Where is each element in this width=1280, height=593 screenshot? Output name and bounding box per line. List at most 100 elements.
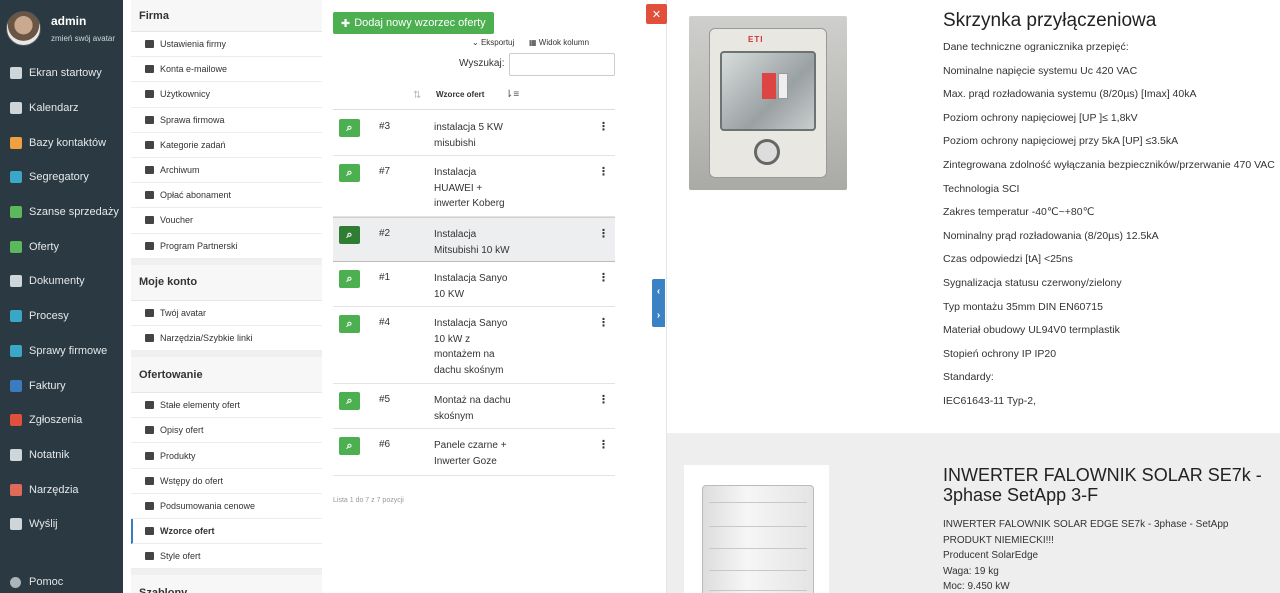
nav-item-label: Ekran startowy bbox=[29, 67, 102, 80]
nav-item-11[interactable]: Notatnik bbox=[0, 438, 123, 473]
add-template-button[interactable]: ✚ Dodaj nowy wzorzec oferty bbox=[333, 12, 494, 34]
row-menu-button[interactable]: ⋮ bbox=[598, 438, 609, 451]
spec-line: Moc: 9.450 kW bbox=[943, 581, 1010, 593]
table-row[interactable]: ⌕ #7 Instalacja HUAWEI + inwerter Koberg ⋮ bbox=[333, 156, 615, 217]
settings-item-firma-0[interactable]: Ustawienia firmy bbox=[131, 32, 322, 58]
product-title: Skrzynka przyłączeniowa bbox=[943, 10, 1157, 31]
brand-logo: ETI bbox=[748, 35, 764, 44]
row-menu-button[interactable]: ⋮ bbox=[598, 120, 609, 133]
nav-item-label: Notatnik bbox=[29, 448, 70, 461]
view-button[interactable]: ⌕ bbox=[339, 226, 360, 244]
nav-item-12[interactable]: Narzędzia bbox=[0, 472, 123, 507]
chevron-right-icon[interactable]: › bbox=[652, 303, 665, 327]
nav-item-label: Kalendarz bbox=[29, 102, 79, 115]
column-header-templates[interactable]: Wzorce ofert bbox=[436, 90, 484, 99]
settings-item-oferty-5[interactable]: Wzorce ofert bbox=[131, 519, 322, 545]
nav-item-7[interactable]: Procesy bbox=[0, 299, 123, 334]
menu-icon bbox=[145, 476, 154, 485]
view-button[interactable]: ⌕ bbox=[339, 119, 360, 137]
settings-item-firma-2[interactable]: Użytkownicy bbox=[131, 82, 322, 108]
settings-item-firma-8[interactable]: Program Partnerski bbox=[131, 233, 322, 259]
row-id: #4 bbox=[379, 317, 391, 328]
close-preview-button[interactable]: ✕ bbox=[646, 4, 667, 24]
spec-line: Stopień ochrony IP IP20 bbox=[943, 347, 1057, 360]
spec-line: Zintegrowana zdolność wyłączania bezpiec… bbox=[943, 158, 1275, 171]
column-view-button[interactable]: ▦ Widok kolumn bbox=[529, 38, 589, 47]
row-menu-button[interactable]: ⋮ bbox=[598, 227, 609, 240]
settings-item-label: Style ofert bbox=[160, 551, 201, 562]
nav-item-3[interactable]: Segregatory bbox=[0, 160, 123, 195]
row-name: Panele czarne + Inwerter Goze bbox=[434, 440, 507, 467]
spec-line: Standardy: bbox=[943, 371, 994, 384]
refresh-icon bbox=[10, 206, 22, 219]
menu-icon bbox=[145, 552, 154, 561]
kebab-icon: ⋮ bbox=[598, 317, 609, 329]
spec-line: IEC61643-11 Typ-2, bbox=[943, 394, 1037, 407]
row-menu-button[interactable]: ⋮ bbox=[598, 316, 609, 329]
nav-item-help[interactable]: Pomoc bbox=[0, 572, 63, 592]
settings-item-label: Program Partnerski bbox=[160, 240, 238, 251]
spec-line: Technologia SCI bbox=[943, 182, 1020, 195]
row-menu-button[interactable]: ⋮ bbox=[598, 165, 609, 178]
view-button[interactable]: ⌕ bbox=[339, 164, 360, 182]
menu-icon bbox=[145, 40, 154, 49]
chevron-down-icon: ⌄ bbox=[472, 38, 479, 47]
table-row[interactable]: ⌕ #1 Instalacja Sanyo 10 KW ⋮ bbox=[333, 262, 615, 307]
nav-item-2[interactable]: Bazy kontaktów bbox=[0, 125, 123, 160]
nav-item-6[interactable]: Dokumenty bbox=[0, 264, 123, 299]
view-button[interactable]: ⌕ bbox=[339, 315, 360, 333]
settings-item-firma-4[interactable]: Kategorie zadań bbox=[131, 132, 322, 158]
sort-name-icon[interactable]: ⇂≡ bbox=[505, 89, 519, 100]
settings-item-oferty-6[interactable]: Style ofert bbox=[131, 544, 322, 570]
spec-line: Zakres temperatur -40℃~+80℃ bbox=[943, 206, 1095, 219]
magnifier-icon: ⌕ bbox=[346, 272, 353, 285]
settings-item-oferty-4[interactable]: Podsumowania cenowe bbox=[131, 493, 322, 519]
settings-item-firma-1[interactable]: Konta e-mailowe bbox=[131, 57, 322, 83]
row-menu-button[interactable]: ⋮ bbox=[598, 271, 609, 284]
settings-item-firma-7[interactable]: Voucher bbox=[131, 208, 322, 234]
row-menu-button[interactable]: ⋮ bbox=[598, 393, 609, 406]
view-button[interactable]: ⌕ bbox=[339, 392, 360, 410]
avatar[interactable] bbox=[6, 10, 41, 46]
settings-item-oferty-2[interactable]: Produkty bbox=[131, 443, 322, 469]
table-row[interactable]: ⌕ #5 Montaż na dachu skośnym ⋮ bbox=[333, 384, 615, 429]
table-row[interactable]: ⌕ #2 Instalacja Mitsubishi 10 kW ⋮ bbox=[333, 217, 615, 262]
table-row[interactable]: ⌕ #6 Panele czarne + Inwerter Goze ⋮ bbox=[333, 429, 615, 476]
table-row[interactable]: ⌕ #4 Instalacja Sanyo 10 kW z montażem na … bbox=[333, 307, 615, 384]
export-button[interactable]: ⌄ Eksportuj bbox=[472, 38, 514, 47]
settings-item-oferty-1[interactable]: Opisy ofert bbox=[131, 418, 322, 444]
view-button[interactable]: ⌕ bbox=[339, 270, 360, 288]
nav-item-9[interactable]: Faktury bbox=[0, 368, 123, 403]
nav-item-5[interactable]: Oferty bbox=[0, 229, 123, 264]
nav-item-1[interactable]: Kalendarz bbox=[0, 91, 123, 126]
table-row[interactable]: ⌕ #3 instalacja 5 KW misubishi ⋮ bbox=[333, 111, 615, 156]
settings-item-label: Opłać abonament bbox=[160, 190, 232, 201]
spec-line: Producent SolarEdge bbox=[943, 550, 1039, 562]
settings-item-konto-0[interactable]: Twój avatar bbox=[131, 300, 322, 326]
settings-item-label: Narzędzia/Szybkie linki bbox=[160, 332, 253, 343]
settings-item-firma-5[interactable]: Archiwum bbox=[131, 157, 322, 184]
nav-item-8[interactable]: Sprawy firmowe bbox=[0, 334, 123, 369]
user-panel[interactable]: admin zmień swój avatar bbox=[0, 0, 123, 56]
product-title: INWERTER FALOWNIK SOLAR SE7k - 3phase Se… bbox=[943, 465, 1262, 505]
settings-item-oferty-0[interactable]: Stałe elementy ofert bbox=[131, 393, 322, 419]
sort-id-icon[interactable]: ⇅ bbox=[413, 90, 421, 101]
settings-item-firma-3[interactable]: Sprawa firmowa bbox=[131, 107, 322, 133]
settings-item-firma-6[interactable]: Opłać abonament bbox=[131, 183, 322, 209]
user-name: admin bbox=[51, 13, 87, 28]
nav-item-13[interactable]: Wyślij bbox=[0, 507, 123, 542]
search-input[interactable] bbox=[509, 53, 615, 76]
grid-icon: ▦ bbox=[529, 38, 537, 47]
row-id: #2 bbox=[379, 228, 391, 239]
view-button[interactable]: ⌕ bbox=[339, 437, 360, 455]
chevron-left-icon[interactable]: ‹ bbox=[652, 279, 665, 303]
nav-item-0[interactable]: Ekran startowy bbox=[0, 56, 123, 91]
invoice-icon bbox=[10, 379, 22, 392]
settings-item-oferty-3[interactable]: Wstępy do ofert bbox=[131, 468, 322, 494]
settings-item-label: Wstępy do ofert bbox=[160, 475, 224, 486]
settings-item-konto-1[interactable]: Narzędzia/Szybkie linki bbox=[131, 325, 322, 352]
nav-item-10[interactable]: Zgłoszenia bbox=[0, 403, 123, 438]
spec-line: Typ montażu 35mm DIN EN60715 bbox=[943, 300, 1103, 313]
change-avatar-link[interactable]: zmień swój avatar bbox=[51, 34, 115, 43]
nav-item-4[interactable]: Szanse sprzedaży bbox=[0, 195, 123, 230]
